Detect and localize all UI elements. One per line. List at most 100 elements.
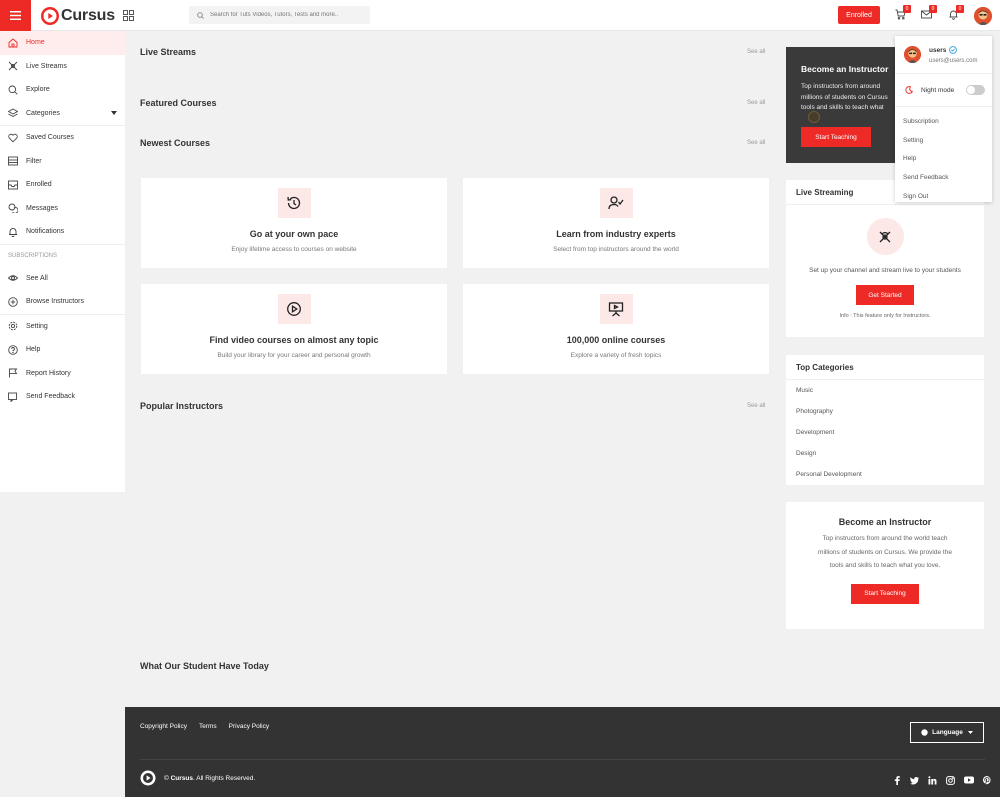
- menu-toggle-button[interactable]: [0, 0, 31, 31]
- sidebar-item-browse-instructors[interactable]: Browse Instructors: [0, 290, 125, 314]
- search-icon: [8, 85, 18, 95]
- user-avatar[interactable]: [974, 7, 992, 25]
- feature-desc: Select from top instructors around the w…: [553, 246, 679, 253]
- feature-desc: Build your library for your career and p…: [217, 352, 371, 359]
- search-bar: [189, 6, 370, 24]
- promo-desc-line: millions of students on Cursus: [801, 93, 888, 101]
- category-link-design[interactable]: Design: [786, 443, 984, 464]
- toggle-knob: [967, 86, 975, 94]
- sidebar-item-home[interactable]: Home: [0, 31, 125, 55]
- sidebar-item-setting[interactable]: Setting: [0, 315, 125, 339]
- see-all-instructors-link[interactable]: See all: [747, 403, 765, 409]
- verified-icon: [949, 46, 958, 54]
- category-link-photography[interactable]: Photography: [786, 401, 984, 422]
- copyright: © Cursus . All Rights Reserved.: [140, 770, 255, 786]
- sidebar-item-categories[interactable]: Categories: [0, 102, 125, 126]
- category-link-personal-development[interactable]: Personal Development: [786, 464, 984, 485]
- apps-grid-icon[interactable]: [123, 10, 134, 21]
- see-all-newest-link[interactable]: See all: [747, 140, 765, 146]
- facebook-icon[interactable]: [893, 776, 901, 785]
- sidebar-item-label: Saved Courses: [26, 134, 74, 142]
- footer-logo-icon: [140, 770, 156, 786]
- see-all-featured-link[interactable]: See all: [747, 100, 765, 106]
- pinterest-icon[interactable]: [983, 776, 991, 785]
- see-all-live-streams-link[interactable]: See all: [747, 49, 765, 55]
- sidebar-item-label: Help: [26, 346, 41, 354]
- footer-links: Copyright Policy Terms Privacy Policy: [140, 723, 281, 730]
- promo-desc-line: Top instructors from around: [801, 83, 881, 90]
- top-header: Cursus Enrolled 0 0 0: [0, 0, 1000, 31]
- sidebar-item-notifications[interactable]: Notifications: [0, 220, 125, 244]
- sidebar-item-label: Enrolled: [26, 181, 52, 189]
- dropdown-item-sign-out[interactable]: Sign Out: [895, 187, 992, 206]
- sidebar-item-label: Filter: [26, 157, 42, 165]
- globe-icon: [921, 729, 928, 736]
- sidebar-item-messages[interactable]: Messages: [0, 197, 125, 221]
- decorative-circle: [808, 111, 820, 123]
- moon-icon: [905, 86, 913, 94]
- copyright-brand: Cursus: [170, 774, 194, 782]
- notifications-button[interactable]: 0: [948, 5, 964, 20]
- sidebar: Home Live Streams Explore Categories Sav…: [0, 31, 125, 492]
- dropdown-item-help[interactable]: Help: [895, 150, 992, 169]
- featured-courses-title: Featured Courses: [140, 98, 217, 108]
- feature-title: Learn from industry experts: [556, 229, 676, 239]
- sidebar-item-explore[interactable]: Explore: [0, 78, 125, 102]
- copyright-policy-link[interactable]: Copyright Policy: [140, 723, 187, 730]
- start-teaching-button[interactable]: Start Teaching: [851, 583, 919, 604]
- username-text: users: [929, 46, 947, 54]
- cart-button[interactable]: 0: [895, 5, 911, 20]
- logo[interactable]: Cursus: [41, 7, 115, 25]
- play-circle-icon: [277, 294, 311, 324]
- sidebar-item-saved-courses[interactable]: Saved Courses: [0, 126, 125, 150]
- language-label: Language: [932, 729, 963, 736]
- feature-desc: Explore a variety of fresh topics: [570, 352, 662, 359]
- feature-title: 100,000 online courses: [566, 335, 666, 345]
- dropdown-item-subscription[interactable]: Subscription: [895, 112, 992, 131]
- sidebar-item-report-history[interactable]: Report History: [0, 362, 125, 386]
- subscriptions-heading: SUBSCRIPTIONS: [8, 252, 58, 259]
- twitter-icon[interactable]: [910, 776, 919, 785]
- messages-button[interactable]: 0: [921, 5, 937, 20]
- night-mode-toggle[interactable]: [966, 85, 985, 95]
- youtube-icon[interactable]: [964, 776, 974, 785]
- sidebar-item-label: Send Feedback: [26, 393, 76, 401]
- user-check-icon: [599, 188, 633, 218]
- sidebar-item-enrolled[interactable]: Enrolled: [0, 173, 125, 197]
- footer: Copyright Policy Terms Privacy Policy La…: [125, 707, 1000, 797]
- sidebar-item-send-feedback[interactable]: Send Feedback: [0, 385, 125, 409]
- feature-card: Learn from industry experts Select from …: [463, 178, 769, 268]
- promo-title: Become an Instructor: [801, 64, 889, 74]
- sidebar-item-live-streams[interactable]: Live Streams: [0, 55, 125, 79]
- copyright-symbol: ©: [164, 774, 171, 782]
- linkedin-icon[interactable]: [928, 776, 937, 785]
- become-instructor-desc-line: Top instructors from around the world te…: [822, 535, 948, 542]
- get-started-button[interactable]: Get Started: [856, 285, 914, 305]
- bell-icon: [8, 227, 18, 237]
- sidebar-item-filter[interactable]: Filter: [0, 150, 125, 174]
- dropdown-user-info[interactable]: users users@users.com: [895, 36, 992, 74]
- night-mode-label: Night mode: [921, 86, 955, 94]
- promo-desc: Top instructors from around millions of …: [801, 82, 896, 114]
- sidebar-item-help[interactable]: Help: [0, 338, 125, 362]
- enrolled-button[interactable]: Enrolled: [838, 6, 880, 24]
- top-categories-title: Top Categories: [786, 355, 984, 380]
- logo-text: Cursus: [61, 7, 115, 24]
- privacy-policy-link[interactable]: Privacy Policy: [229, 723, 269, 730]
- instagram-icon[interactable]: [946, 776, 955, 785]
- sidebar-item-label: Messages: [26, 204, 58, 212]
- search-input[interactable]: [210, 12, 370, 18]
- home-icon: [8, 38, 18, 48]
- category-link-music[interactable]: Music: [786, 380, 984, 401]
- filter-icon: [8, 156, 18, 166]
- dropdown-item-setting[interactable]: Setting: [895, 131, 992, 150]
- dropdown-item-send-feedback[interactable]: Send Feedback: [895, 168, 992, 187]
- sidebar-item-see-all[interactable]: See All: [0, 267, 125, 291]
- start-teaching-button[interactable]: Start Teaching: [801, 127, 871, 147]
- language-button[interactable]: Language: [910, 722, 984, 743]
- caret-down-icon: [111, 111, 117, 116]
- become-instructor-title: Become an Instructor: [838, 517, 932, 527]
- terms-link[interactable]: Terms: [199, 723, 217, 730]
- category-link-development[interactable]: Development: [786, 422, 984, 443]
- avatar: [904, 46, 921, 63]
